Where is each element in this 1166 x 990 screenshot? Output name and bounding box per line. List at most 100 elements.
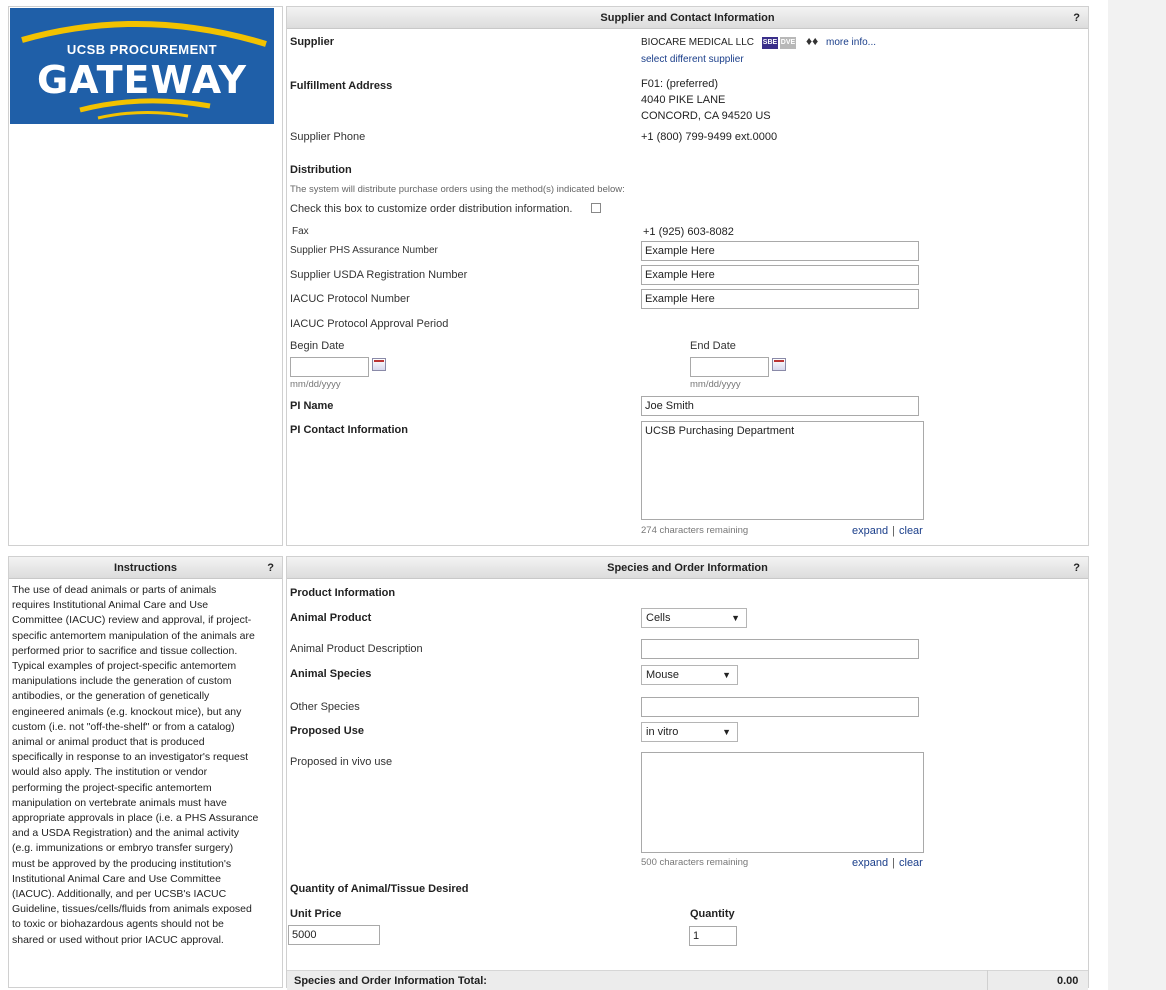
calendar-icon[interactable] (772, 358, 786, 371)
in-vivo-clear-link[interactable]: clear (899, 857, 923, 869)
instructions-help-icon[interactable]: ? (267, 557, 274, 579)
address-line1: F01: (preferred) (641, 78, 719, 90)
instructions-line: custom (i.e. not "off-the-shelf" or from… (12, 720, 235, 733)
pi-contact-textarea[interactable]: UCSB Purchasing Department (641, 421, 924, 520)
total-value: 0.00 (1057, 975, 1079, 987)
instructions-line: antibodies, or the generation of genetic… (12, 690, 210, 703)
quantity-input[interactable]: 1 (689, 926, 737, 946)
supplier-name: BIOCARE MEDICAL LLC (641, 37, 754, 48)
phone-label: Supplier Phone (290, 131, 366, 143)
animal-species-select[interactable]: Mouse ▼ (641, 665, 738, 685)
proposed-use-label: Proposed Use (290, 725, 364, 737)
end-date-label: End Date (690, 340, 736, 352)
instructions-line: manipulations include the generation of … (12, 675, 232, 688)
phs-label: Supplier PHS Assurance Number (290, 245, 438, 256)
instructions-line: would also apply. The institution or ven… (12, 766, 208, 779)
product-desc-input[interactable] (641, 639, 919, 659)
product-desc-label: Animal Product Description (290, 643, 423, 655)
in-vivo-chars-remaining: 500 characters remaining (641, 857, 749, 868)
unit-price-input[interactable]: 5000 (288, 925, 380, 945)
unit-price-label: Unit Price (290, 908, 342, 920)
instructions-title: Instructions (114, 562, 177, 574)
iacuc-label: IACUC Protocol Number (290, 293, 410, 305)
instructions-line: performed prior to sacrifice and tissue … (12, 644, 238, 657)
animal-species-value: Mouse (646, 669, 680, 681)
proposed-use-select[interactable]: in vitro ▼ (641, 722, 738, 742)
supplier-header: Supplier and Contact Information ? (287, 7, 1088, 29)
pi-contact-clear-link[interactable]: clear (899, 525, 923, 537)
people-icon[interactable]: ♦♦ (806, 34, 818, 48)
proposed-in-vivo-label: Proposed in vivo use (290, 756, 393, 768)
end-date-input[interactable] (690, 357, 769, 377)
instructions-header: Instructions ? (9, 557, 282, 579)
species-panel-title: Species and Order Information (607, 562, 768, 574)
animal-species-label: Animal Species (290, 668, 372, 680)
usda-registration-input[interactable]: Example Here (641, 265, 919, 285)
fax-label: Fax (292, 226, 309, 237)
supplier-help-icon[interactable]: ? (1073, 7, 1080, 29)
begin-date-input[interactable] (290, 357, 369, 377)
instructions-line: (e.g. immunizations or embryo transfer s… (12, 842, 234, 855)
species-header: Species and Order Information ? (287, 557, 1088, 579)
instructions-line: must be approved by the producing instit… (12, 857, 232, 870)
iacuc-protocol-input[interactable]: Example Here (641, 289, 919, 309)
phs-assurance-input[interactable]: Example Here (641, 241, 919, 261)
instructions-line: to toxic or biohazardous agents should n… (12, 918, 224, 931)
instructions-line: The use of dead animals or parts of anim… (12, 584, 217, 596)
other-species-input[interactable] (641, 697, 919, 717)
proposed-use-value: in vitro (646, 726, 679, 738)
quantity-label: Quantity (690, 908, 735, 920)
select-different-supplier-link[interactable]: select different supplier (641, 54, 744, 65)
in-vivo-expand-link[interactable]: expand (852, 857, 888, 869)
animal-product-value: Cells (646, 612, 671, 624)
species-help-icon[interactable]: ? (1073, 557, 1080, 579)
total-divider (987, 970, 988, 990)
product-info-label: Product Information (290, 587, 396, 599)
logo-line1: UCSB PROCUREMENT (66, 42, 218, 57)
approval-period-label: IACUC Protocol Approval Period (290, 318, 449, 330)
supplier-panel-title: Supplier and Contact Information (600, 12, 775, 24)
dropdown-arrow-icon: ▼ (722, 727, 731, 737)
instructions-line: Typical examples of project-specific ant… (12, 660, 237, 673)
instructions-line: shared or used without prior IACUC appro… (12, 933, 224, 946)
total-label: Species and Order Information Total: (294, 975, 487, 987)
instructions-line: Institutional Animal Care and Use Commit… (12, 872, 221, 885)
instructions-line: appropriate approvals in place (i.e. a P… (12, 812, 259, 825)
pi-contact-expand-link[interactable]: expand (852, 525, 888, 537)
dve-badge: DVE (780, 37, 796, 49)
instructions-line: and a USDA Registration) and the animal … (12, 827, 240, 840)
calendar-icon[interactable] (372, 358, 386, 371)
begin-date-label: Begin Date (290, 340, 345, 352)
distribution-label: Distribution (290, 164, 352, 176)
pi-contact-label: PI Contact Information (290, 424, 408, 436)
instructions-line: animal or animal product that is produce… (12, 736, 205, 749)
instructions-line: requires Institutional Animal Care and U… (12, 599, 209, 612)
usda-label: Supplier USDA Registration Number (290, 269, 468, 281)
dropdown-arrow-icon: ▼ (731, 613, 740, 623)
proposed-in-vivo-textarea[interactable] (641, 752, 924, 853)
instructions-text: The use of dead animals or parts of anim… (9, 579, 282, 952)
instructions-line: Guideline, tissues/cells/fluids from ani… (12, 903, 252, 916)
begin-date-hint: mm/dd/yyyy (290, 379, 341, 390)
instructions-line: specifically in response to an investiga… (12, 751, 249, 764)
instructions-panel: Instructions ? The use of dead animals o… (8, 556, 283, 988)
animal-product-select[interactable]: Cells ▼ (641, 608, 747, 628)
phone-value: +1 (800) 799-9499 ext.0000 (641, 131, 778, 143)
more-info-link[interactable]: more info... (826, 37, 876, 48)
instructions-line: specific antemortem manipulation of the … (12, 629, 255, 642)
link-separator: | (892, 857, 895, 869)
right-margin (1108, 0, 1166, 990)
distribution-note: The system will distribute purchase orde… (290, 184, 625, 195)
sbe-badge: SBE (762, 37, 778, 49)
supplier-label: Supplier (290, 36, 335, 48)
pi-contact-chars-remaining: 274 characters remaining (641, 525, 749, 536)
link-separator: | (892, 525, 895, 537)
other-species-label: Other Species (290, 701, 360, 713)
instructions-line: engineered animals (e.g. knockout mice),… (12, 705, 242, 718)
customize-distribution-checkbox[interactable] (591, 203, 601, 213)
pi-name-input[interactable]: Joe Smith (641, 396, 919, 416)
instructions-line: performing the project-specific antemort… (12, 781, 212, 794)
pi-name-label: PI Name (290, 400, 334, 412)
dropdown-arrow-icon: ▼ (722, 670, 731, 680)
fulfillment-label: Fulfillment Address (290, 80, 393, 92)
